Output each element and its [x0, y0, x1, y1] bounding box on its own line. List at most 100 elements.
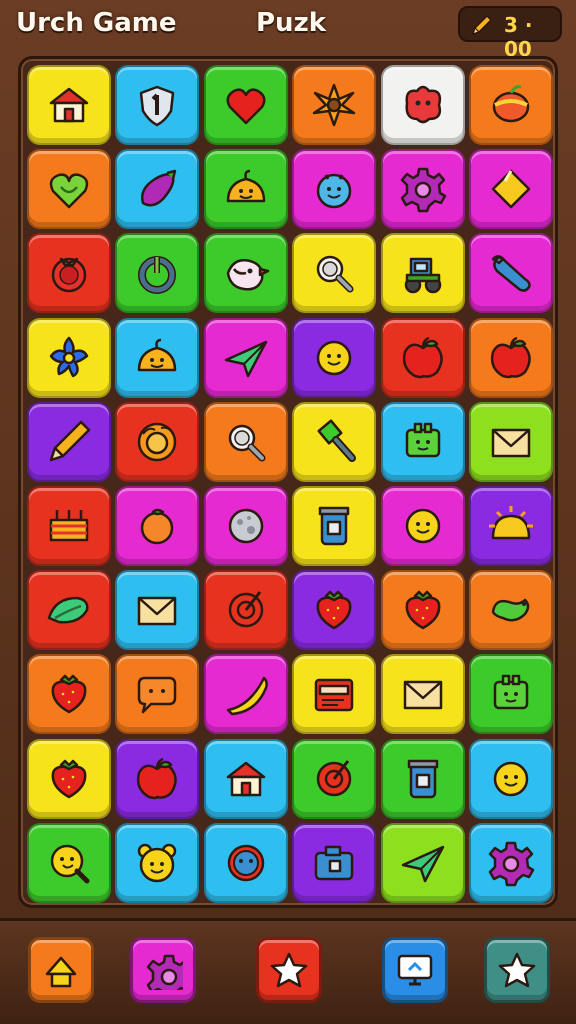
bug-icon [316, 173, 352, 209]
tile-brush[interactable] [292, 401, 377, 482]
envelope-icon [403, 681, 442, 710]
tile-jar[interactable] [380, 738, 465, 819]
tile-jar[interactable] [292, 486, 377, 566]
power-icon [138, 256, 177, 295]
tile-target[interactable] [292, 738, 377, 819]
brush-icon [317, 419, 357, 462]
tile-chat[interactable] [115, 654, 200, 735]
eggplant-icon [141, 169, 177, 207]
tile-envelope[interactable] [115, 570, 200, 651]
tile-banana[interactable] [203, 654, 288, 735]
radio-icon [314, 679, 354, 712]
tile-strawberry[interactable] [380, 570, 465, 651]
tile-apple[interactable] [115, 738, 200, 819]
tile-bug[interactable] [292, 149, 377, 230]
tile-sunflower[interactable] [292, 65, 377, 145]
tile-envelope[interactable] [380, 654, 465, 735]
tile-leaf[interactable] [27, 570, 111, 651]
tile-pencil[interactable] [27, 401, 111, 482]
tile-heart[interactable] [203, 65, 288, 145]
envelope-icon [491, 428, 531, 458]
box-icon [405, 422, 440, 458]
tile-magnifier[interactable] [203, 401, 288, 482]
strawberry-icon [51, 675, 87, 714]
tomato-icon [51, 258, 87, 293]
blob-icon [405, 85, 441, 124]
tile-diamond[interactable] [469, 149, 553, 230]
display-button[interactable] [382, 937, 448, 1003]
globe-icon [227, 844, 265, 882]
tile-flower[interactable] [27, 317, 111, 398]
tile-lion[interactable] [115, 401, 200, 482]
tile-magnifier[interactable] [292, 233, 377, 314]
tile-tomato[interactable] [27, 233, 111, 314]
tile-magnifier-smile[interactable] [27, 822, 111, 903]
tile-target[interactable] [203, 570, 288, 651]
tile-strawberry[interactable] [27, 738, 111, 819]
tile-house[interactable] [27, 65, 111, 145]
tile-box[interactable] [469, 654, 553, 735]
apple-icon [402, 336, 443, 378]
tile-tractor[interactable] [380, 233, 465, 314]
display-icon [397, 954, 433, 986]
header: Urch Game Puzk 3 · 00 [0, 0, 576, 61]
tile-camera[interactable] [292, 822, 377, 903]
level-title: Puzk [256, 8, 326, 38]
tile-plane[interactable] [203, 317, 288, 398]
tile-smiley[interactable] [380, 486, 465, 566]
tile-smiley[interactable] [469, 738, 553, 819]
bird-icon [226, 259, 270, 291]
tile-shield[interactable] [115, 65, 200, 145]
tile-strawberry[interactable] [292, 570, 377, 651]
tile-power[interactable] [115, 233, 200, 314]
plane-icon [401, 845, 444, 883]
leaf-icon [47, 596, 89, 624]
tile-bird[interactable] [203, 233, 288, 314]
magnifier-smile-icon [50, 844, 90, 884]
tile-slime[interactable] [203, 149, 288, 230]
tile-apple[interactable] [469, 317, 553, 398]
tile-house[interactable] [203, 738, 288, 819]
tile-moon[interactable] [203, 486, 288, 566]
tile-blob[interactable] [380, 65, 465, 145]
tractor-icon [404, 258, 441, 294]
slime-icon [138, 338, 177, 371]
tile-wrench[interactable] [469, 233, 553, 314]
tile-orange-fruit[interactable] [115, 486, 200, 566]
tile-gear[interactable] [469, 822, 553, 903]
smiley-icon [405, 508, 440, 544]
plane-icon [224, 340, 268, 377]
timer-badge: 3 · 00 [458, 6, 562, 61]
tile-box[interactable] [380, 401, 465, 482]
tile-gear[interactable] [380, 149, 465, 230]
moon-icon [228, 508, 264, 544]
tile-snake[interactable] [469, 570, 553, 651]
apple-icon [137, 757, 178, 799]
tile-sun[interactable] [469, 486, 553, 566]
home-button[interactable] [28, 937, 94, 1003]
tile-eggplant[interactable] [115, 149, 200, 230]
wrench-icon [491, 255, 531, 293]
house-icon [49, 87, 89, 123]
tile-globe[interactable] [203, 822, 288, 903]
tile-fruit[interactable] [469, 65, 553, 145]
snake-icon [491, 598, 530, 622]
house-icon [226, 761, 266, 796]
sunflower-icon [312, 83, 356, 127]
tile-leaf-heart[interactable] [27, 149, 111, 230]
tile-envelope[interactable] [469, 401, 553, 482]
tile-radio[interactable] [292, 654, 377, 735]
tile-basket[interactable] [27, 486, 111, 566]
tile-plane[interactable] [380, 822, 465, 903]
favorite-button[interactable] [484, 937, 550, 1003]
tile-bear[interactable] [115, 822, 200, 903]
tile-strawberry[interactable] [27, 654, 111, 735]
camera-icon [314, 845, 354, 881]
tile-smiley[interactable] [292, 317, 377, 398]
toolbar [0, 918, 576, 1024]
tile-slime[interactable] [115, 317, 200, 398]
settings-button[interactable] [130, 937, 196, 1003]
tile-apple[interactable] [380, 317, 465, 398]
star-button[interactable] [256, 937, 322, 1003]
jar-icon [407, 759, 438, 798]
